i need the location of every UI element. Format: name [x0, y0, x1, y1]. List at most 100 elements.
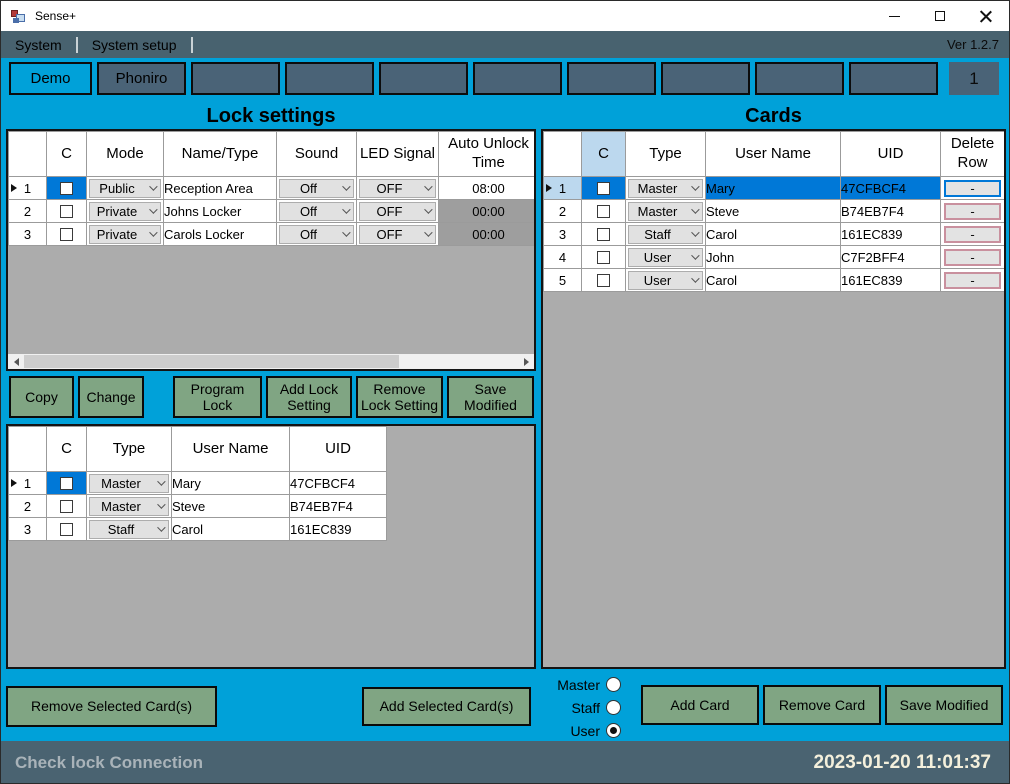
radio-user[interactable]: User: [549, 719, 621, 742]
type-cell[interactable]: Staff: [626, 223, 706, 246]
col-header-c[interactable]: C: [47, 427, 87, 472]
chevron-down-icon[interactable]: [144, 185, 160, 191]
sound-cell[interactable]: Off: [277, 223, 357, 246]
row-header[interactable]: 1: [9, 177, 47, 200]
tab-empty-7[interactable]: [755, 62, 844, 95]
checkbox-cell[interactable]: [582, 246, 626, 269]
radio-staff[interactable]: Staff: [549, 696, 621, 719]
row-header[interactable]: 2: [9, 200, 47, 223]
name-cell[interactable]: Johns Locker: [164, 200, 277, 223]
name-cell[interactable]: Carols Locker: [164, 223, 277, 246]
checkbox-cell[interactable]: [47, 177, 87, 200]
checkbox-cell[interactable]: [582, 177, 626, 200]
row-header[interactable]: 1: [544, 177, 582, 200]
type-cell[interactable]: User: [626, 269, 706, 292]
user-cell[interactable]: Carol: [706, 223, 841, 246]
uid-cell[interactable]: B74EB7F4: [841, 200, 941, 223]
save-modified-lock-button[interactable]: Save Modified: [447, 376, 534, 418]
minimize-button[interactable]: [871, 1, 917, 31]
row-header[interactable]: 3: [9, 223, 47, 246]
checkbox-cell[interactable]: [47, 472, 87, 495]
name-cell[interactable]: Reception Area: [164, 177, 277, 200]
uid-cell[interactable]: C7F2BFF4: [841, 246, 941, 269]
row-header[interactable]: 2: [544, 200, 582, 223]
chevron-down-icon[interactable]: [152, 526, 168, 532]
chevron-down-icon[interactable]: [152, 503, 168, 509]
checkbox-cell[interactable]: [582, 223, 626, 246]
checkbox-cell[interactable]: [47, 223, 87, 246]
led-cell[interactable]: OFF: [357, 200, 439, 223]
user-cell[interactable]: Steve: [172, 495, 290, 518]
add-selected-cards-button[interactable]: Add Selected Card(s): [362, 687, 531, 726]
corner-header[interactable]: [9, 427, 47, 472]
checkbox[interactable]: [597, 205, 610, 218]
delete-row-button[interactable]: -: [944, 180, 1001, 197]
col-header-mode[interactable]: Mode: [87, 132, 164, 177]
sound-cell[interactable]: Off: [277, 200, 357, 223]
uid-cell[interactable]: 161EC839: [841, 269, 941, 292]
user-cell[interactable]: Mary: [172, 472, 290, 495]
chevron-down-icon[interactable]: [686, 277, 702, 283]
chevron-down-icon[interactable]: [152, 480, 168, 486]
chevron-down-icon[interactable]: [419, 231, 435, 237]
checkbox[interactable]: [60, 523, 73, 536]
checkbox[interactable]: [60, 228, 73, 241]
scroll-right-icon[interactable]: [518, 354, 534, 369]
uid-cell[interactable]: 161EC839: [841, 223, 941, 246]
checkbox[interactable]: [60, 182, 73, 195]
chevron-down-icon[interactable]: [337, 185, 353, 191]
chevron-down-icon[interactable]: [337, 231, 353, 237]
led-cell[interactable]: OFF: [357, 223, 439, 246]
corner-header[interactable]: [544, 132, 582, 177]
col-header-name[interactable]: Name/Type: [164, 132, 277, 177]
row-header[interactable]: 5: [544, 269, 582, 292]
col-header-led[interactable]: LED Signal: [357, 132, 439, 177]
save-modified-cards-button[interactable]: Save Modified: [885, 685, 1003, 725]
col-header-user[interactable]: User Name: [172, 427, 290, 472]
row-header[interactable]: 1: [9, 472, 47, 495]
checkbox[interactable]: [60, 500, 73, 513]
scrollbar-thumb[interactable]: [24, 355, 399, 368]
time-cell[interactable]: 08:00: [439, 177, 537, 200]
copy-button[interactable]: Copy: [9, 376, 74, 418]
chevron-down-icon[interactable]: [144, 231, 160, 237]
checkbox[interactable]: [597, 228, 610, 241]
type-cell[interactable]: Staff: [87, 518, 172, 541]
type-cell[interactable]: Master: [626, 177, 706, 200]
checkbox-cell[interactable]: [582, 269, 626, 292]
col-header-type[interactable]: Type: [87, 427, 172, 472]
user-cell[interactable]: Steve: [706, 200, 841, 223]
chevron-down-icon[interactable]: [419, 185, 435, 191]
delete-row-button[interactable]: -: [944, 272, 1001, 289]
user-cell[interactable]: Carol: [172, 518, 290, 541]
user-cell[interactable]: Carol: [706, 269, 841, 292]
col-header-c[interactable]: C: [47, 132, 87, 177]
checkbox[interactable]: [597, 182, 610, 195]
checkbox[interactable]: [597, 251, 610, 264]
tab-empty-2[interactable]: [285, 62, 374, 95]
remove-selected-cards-button[interactable]: Remove Selected Card(s): [6, 686, 217, 727]
chevron-down-icon[interactable]: [337, 208, 353, 214]
checkbox-cell[interactable]: [47, 200, 87, 223]
tab-empty-4[interactable]: [473, 62, 562, 95]
radio-button[interactable]: [606, 700, 621, 715]
add-lock-setting-button[interactable]: Add Lock Setting: [266, 376, 352, 418]
program-lock-button[interactable]: Program Lock: [173, 376, 262, 418]
delete-row-button[interactable]: -: [944, 249, 1001, 266]
radio-button[interactable]: [606, 677, 621, 692]
corner-header[interactable]: [9, 132, 47, 177]
delete-row-button[interactable]: -: [944, 226, 1001, 243]
menu-system[interactable]: System: [1, 37, 76, 53]
col-header-c[interactable]: C: [582, 132, 626, 177]
col-header-time[interactable]: Auto Unlock Time: [439, 132, 537, 177]
row-header[interactable]: 3: [9, 518, 47, 541]
col-header-delete[interactable]: Delete Row: [941, 132, 1005, 177]
delete-row-button[interactable]: -: [944, 203, 1001, 220]
menu-system-setup[interactable]: System setup: [78, 37, 191, 53]
maximize-button[interactable]: [917, 1, 963, 31]
remove-lock-setting-button[interactable]: Remove Lock Setting: [356, 376, 443, 418]
uid-cell[interactable]: B74EB7F4: [290, 495, 387, 518]
tab-empty-8[interactable]: [849, 62, 938, 95]
type-cell[interactable]: Master: [626, 200, 706, 223]
mode-cell[interactable]: Private: [87, 223, 164, 246]
